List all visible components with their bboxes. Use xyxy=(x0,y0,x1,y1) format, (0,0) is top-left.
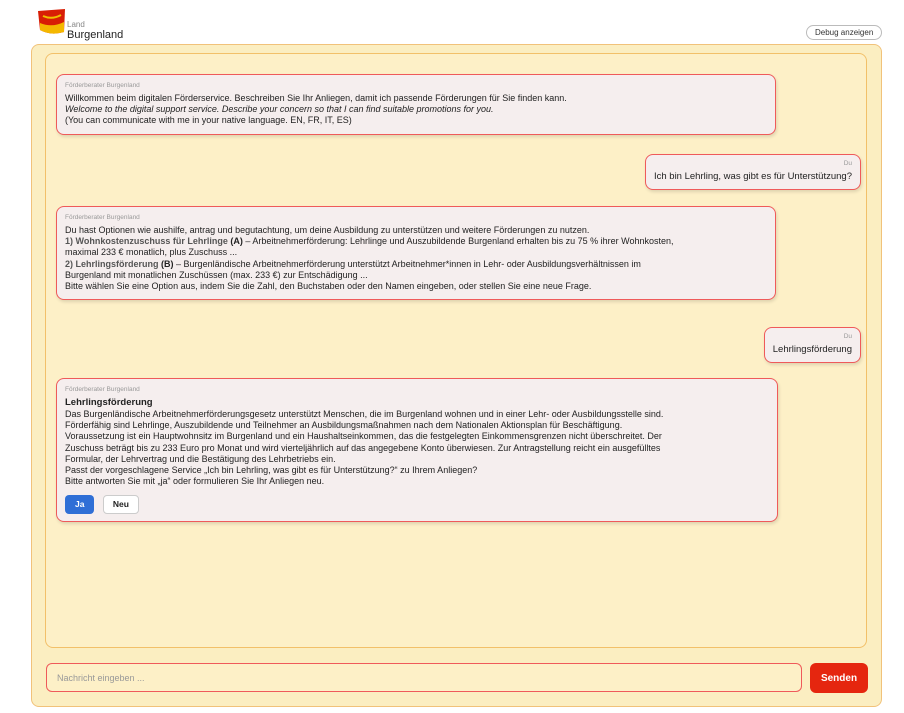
option-description-cont: Burgenland mit monatlichen Zuschüssen (m… xyxy=(65,269,368,280)
message-sender: Du xyxy=(843,333,852,340)
user-message: Du Lehrlingsförderung xyxy=(763,327,861,363)
message-line: Passt der vorgeschlagene Service „Ich bi… xyxy=(65,465,478,476)
message-line: Willkommen beim digitalen Förderservice.… xyxy=(65,93,567,103)
option-description-cont: maximal 233 € monatlich, plus Zuschuss .… xyxy=(65,247,238,258)
message-sender: Förderberater Burgenland xyxy=(65,82,140,89)
flag-logo-icon xyxy=(38,9,65,34)
option-letter: (B) xyxy=(161,258,174,269)
burgenland-logo: Land Burgenland xyxy=(37,8,127,41)
yes-button[interactable]: Ja xyxy=(65,495,95,515)
message-title: Lehrlingsförderung xyxy=(65,397,153,408)
debug-toggle-button[interactable]: Debug anzeigen xyxy=(806,25,883,40)
message-body: Du hast Optionen wie aushilfe, antrag un… xyxy=(65,225,767,292)
message-sender: Du xyxy=(843,160,852,167)
bot-message-options: Förderberater Burgenland Du hast Optione… xyxy=(56,206,776,301)
message-line: Förderfähig sind Lehrlinge, Auszubildend… xyxy=(65,420,623,431)
logo-name-text: Burgenland xyxy=(67,29,124,41)
message-line: Zuschuss beträgt bis zu 233 Euro pro Mon… xyxy=(65,442,661,453)
message-line: Bitte antworten Sie mit „ja“ oder formul… xyxy=(65,476,325,487)
new-request-button[interactable]: Neu xyxy=(102,495,139,515)
message-text: Lehrlingsförderung xyxy=(772,344,852,355)
reply-buttons: Ja Neu xyxy=(65,494,769,515)
option-description: – Burgenländische Arbeitnehmerförderung … xyxy=(173,258,641,269)
chat-area[interactable]: Förderberater Burgenland Willkommen beim… xyxy=(45,53,867,648)
message-text: Ich bin Lehrling, was gibt es für Unters… xyxy=(653,171,852,182)
message-line-english: Welcome to the digital support service. … xyxy=(65,104,494,115)
send-button[interactable]: Senden xyxy=(810,663,868,693)
message-body: Willkommen beim digitalen Förderservice.… xyxy=(65,93,767,127)
message-sender: Förderberater Burgenland xyxy=(65,386,140,393)
message-line: (You can communicate with me in your nat… xyxy=(65,115,352,126)
option-link-lehrlingsfoerderung[interactable]: Lehrlingsförderung xyxy=(76,259,159,269)
option-number: 2) xyxy=(65,258,74,269)
option-link-wohnkostenzuschuss[interactable]: Wohnkostenzuschuss für Lehrlinge xyxy=(76,236,228,246)
message-sender: Förderberater Burgenland xyxy=(65,214,140,221)
option-description: – Arbeitnehmerförderung: Lehrlinge und A… xyxy=(242,236,674,247)
bot-message-detail: Förderberater Burgenland Lehrlingsförder… xyxy=(56,378,778,523)
option-2[interactable]: 2) Lehrlingsförderung (B) – Burgenländis… xyxy=(65,259,767,270)
option-1[interactable]: 1) Wohnkostenzuschuss für Lehrlinge (A) … xyxy=(65,236,767,247)
message-input[interactable] xyxy=(46,663,802,692)
message-line: Voraussetzung ist ein Hauptwohnsitz im B… xyxy=(65,431,662,442)
header: Land Burgenland Debug anzeigen xyxy=(0,0,904,44)
message-intro: Du hast Optionen wie aushilfe, antrag un… xyxy=(65,225,590,235)
option-number: 1) xyxy=(65,236,74,247)
option-letter: (A) xyxy=(230,236,243,247)
bot-message-welcome: Förderberater Burgenland Willkommen beim… xyxy=(56,74,776,135)
user-message: Du Ich bin Lehrling, was gibt es für Unt… xyxy=(644,154,861,190)
message-outro: Bitte wählen Sie eine Option aus, indem … xyxy=(65,281,592,292)
message-line: Das Burgenländische Arbeitnehmerförderun… xyxy=(65,409,664,419)
message-line: Formular, der Lehrvertrag und die Bestät… xyxy=(65,453,336,464)
logo-land-text: Land xyxy=(67,20,85,29)
message-body: Lehrlingsförderung Das Burgenländische A… xyxy=(65,397,769,487)
